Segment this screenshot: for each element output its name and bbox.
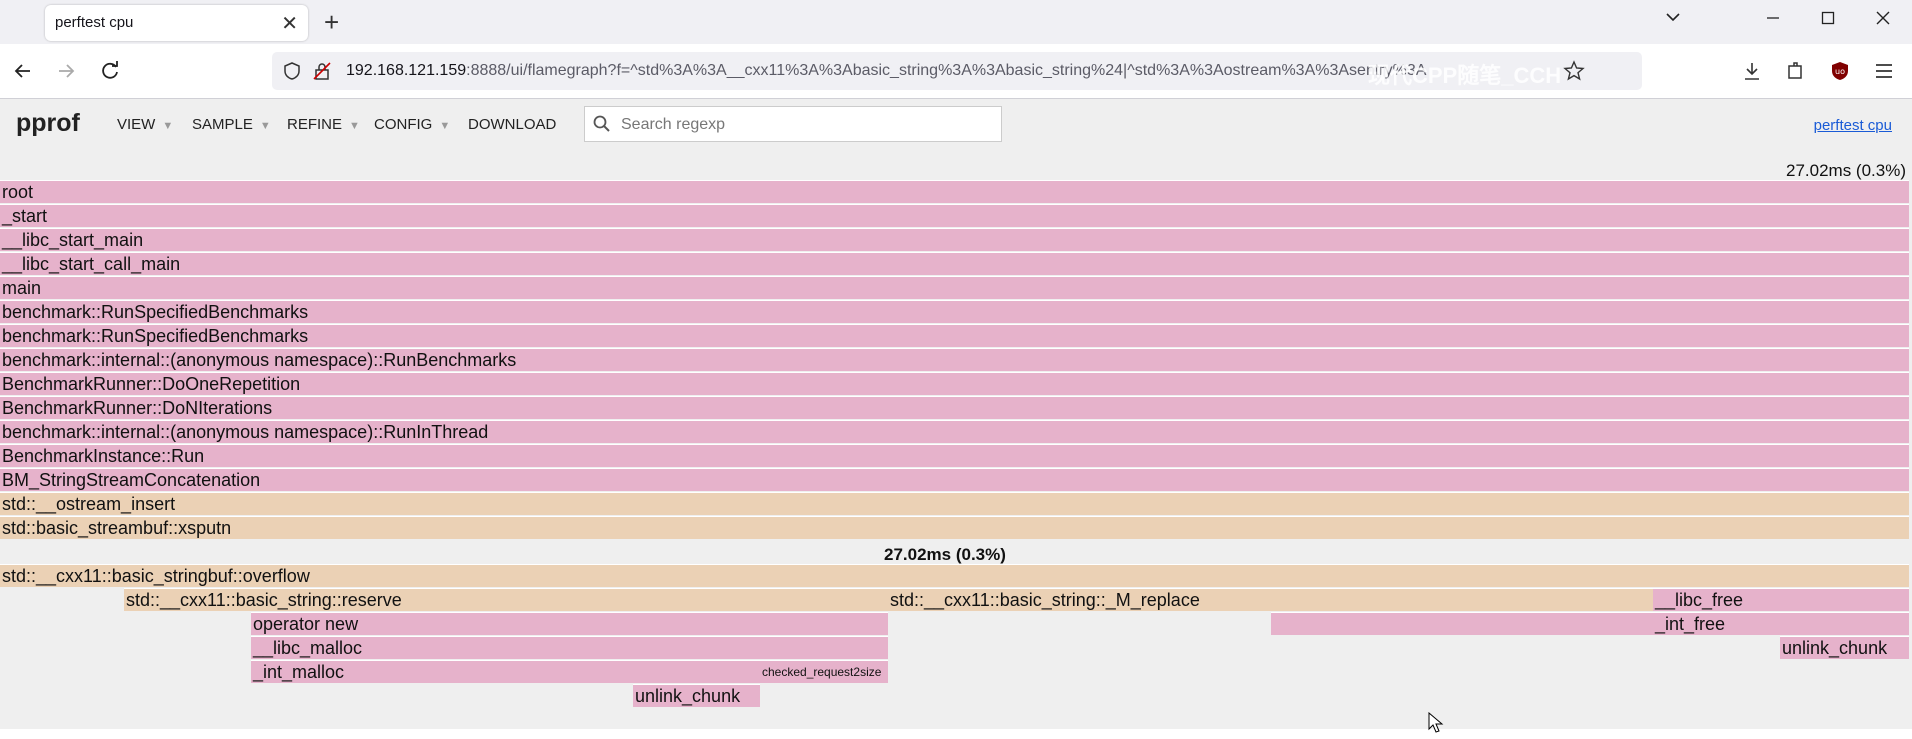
page-title-link[interactable]: perftest cpu [1814,117,1892,134]
flamegraph: 27.02ms (0.3%) root _start __libc_start_… [0,149,1912,733]
search-icon [592,114,612,134]
menu-icon[interactable] [1872,59,1896,83]
browser-tab-strip: perftest cpu ✕ + [0,0,1912,44]
downloads-icon[interactable] [1740,59,1764,83]
flame-frame-do-n-iterations[interactable]: BenchmarkRunner::DoNIterations [0,396,1909,419]
url-path: :8888/ui/flamegraph?f=^std%3A%3A__cxx11%… [466,62,1427,79]
flame-frame-string-m-replace[interactable]: std::__cxx11::basic_string::_M_replace [888,588,1653,611]
flame-focus-detail: 27.02ms (0.3%) [884,545,1006,564]
flame-frame-root[interactable]: root [0,180,1909,203]
menu-download-label: DOWNLOAD [468,116,557,133]
watermark: 现代CPP随笔_CCH [1368,63,1562,88]
search-input[interactable] [619,107,993,143]
flame-frame-operator-new[interactable]: operator new [251,612,888,635]
flame-frame-streambuf-xsputn[interactable]: std::basic_streambuf::xsputn [0,516,1909,539]
url-host: 192.168.121.159 [346,62,467,79]
flame-frame-int-free[interactable]: _int_free [1653,612,1909,635]
minimize-icon[interactable] [1765,8,1781,34]
url-text: 192.168.121.159:8888/ui/flamegraph?f=^st… [346,62,1426,80]
url-bar[interactable]: 192.168.121.159:8888/ui/flamegraph?f=^st… [272,52,1642,90]
menu-view-label: VIEW [117,116,156,133]
flame-frame-unlink-chunk-free[interactable]: unlink_chunk [1780,636,1909,659]
menu-sample[interactable]: SAMPLE ▼ [192,116,271,133]
menu-refine-label: REFINE [287,116,343,133]
menu-refine[interactable]: REFINE ▼ [287,116,360,133]
chevron-down-icon: ▼ [162,120,174,132]
flame-frame-checked-request2size[interactable]: checked_request2size [760,660,888,683]
bookmark-star-icon[interactable] [1562,59,1586,83]
flame-frame-int-malloc[interactable]: _int_malloc [251,660,760,683]
flame-total-detail: 27.02ms (0.3%) [1786,161,1906,180]
chevron-down-icon: ▼ [259,120,271,132]
menu-sample-label: SAMPLE [192,116,253,133]
list-tabs-icon[interactable] [1664,8,1682,32]
extensions-icon[interactable] [1784,59,1808,83]
close-tab-icon[interactable]: ✕ [281,11,298,36]
menu-download[interactable]: DOWNLOAD [468,116,556,133]
menu-config[interactable]: CONFIG ▼ [374,116,450,133]
flame-frame-run-in-thread[interactable]: benchmark::internal::(anonymous namespac… [0,420,1909,443]
flame-frame-run-specified-benchmarks[interactable]: benchmark::RunSpecifiedBenchmarks [0,300,1909,323]
flame-frame-start[interactable]: _start [0,204,1909,227]
flame-frame-bm-stringstream-concatenation[interactable]: BM_StringStreamConcatenation [0,468,1909,491]
flame-frame-ostream-insert[interactable]: std::__ostream_insert [0,492,1909,515]
forward-icon[interactable] [53,58,79,84]
flame-frame-libc-malloc[interactable]: __libc_malloc [251,636,888,659]
reload-icon[interactable] [97,58,123,84]
flame-frame-main[interactable]: main [0,276,1909,299]
new-tab-icon[interactable]: + [324,7,339,38]
flame-frame-libc-start-main[interactable]: __libc_start_main [0,228,1909,251]
browser-nav-bar: 192.168.121.159:8888/ui/flamegraph?f=^st… [0,44,1912,99]
flame-frame-do-one-repetition[interactable]: BenchmarkRunner::DoOneRepetition [0,372,1909,395]
flame-frame-run-benchmarks[interactable]: benchmark::internal::(anonymous namespac… [0,348,1909,371]
flame-frame-benchmark-instance-run[interactable]: BenchmarkInstance::Run [0,444,1909,467]
pprof-header: pprof VIEW ▼ SAMPLE ▼ REFINE ▼ CONFIG ▼ DOWN… [0,99,1912,149]
flame-frame-stringbuf-overflow[interactable]: std::__cxx11::basic_stringbuf::overflow [0,564,1909,587]
chevron-down-icon: ▼ [439,120,451,132]
menu-config-label: CONFIG [374,116,433,133]
flame-frame-unlink-chunk-malloc[interactable]: unlink_chunk [633,684,760,707]
insecure-lock-icon[interactable] [312,61,332,86]
chevron-down-icon: ▼ [349,120,360,132]
flame-frame-libc-start-call-main[interactable]: __libc_start_call_main [0,252,1909,275]
shield-icon[interactable] [282,61,302,86]
menu-view[interactable]: VIEW ▼ [117,116,173,133]
flame-frame-run-specified-benchmarks-2[interactable]: benchmark::RunSpecifiedBenchmarks [0,324,1909,347]
search-box [584,106,1002,143]
flame-frame-unlabeled[interactable] [1271,612,1653,635]
flame-frame-string-reserve[interactable]: std::__cxx11::basic_string::reserve [124,588,888,611]
pprof-logo[interactable]: pprof [16,109,80,138]
mouse-cursor-icon [1428,711,1444,739]
back-icon[interactable] [10,58,36,84]
window-close-icon[interactable] [1874,8,1892,34]
tab-title: perftest cpu [55,14,134,31]
flame-frame-libc-free[interactable]: __libc_free [1653,588,1909,611]
svg-text:uo: uo [1835,67,1845,76]
maximize-icon[interactable] [1820,8,1836,34]
browser-tab[interactable]: perftest cpu ✕ [45,5,308,41]
ublock-icon[interactable]: uo [1828,59,1852,83]
